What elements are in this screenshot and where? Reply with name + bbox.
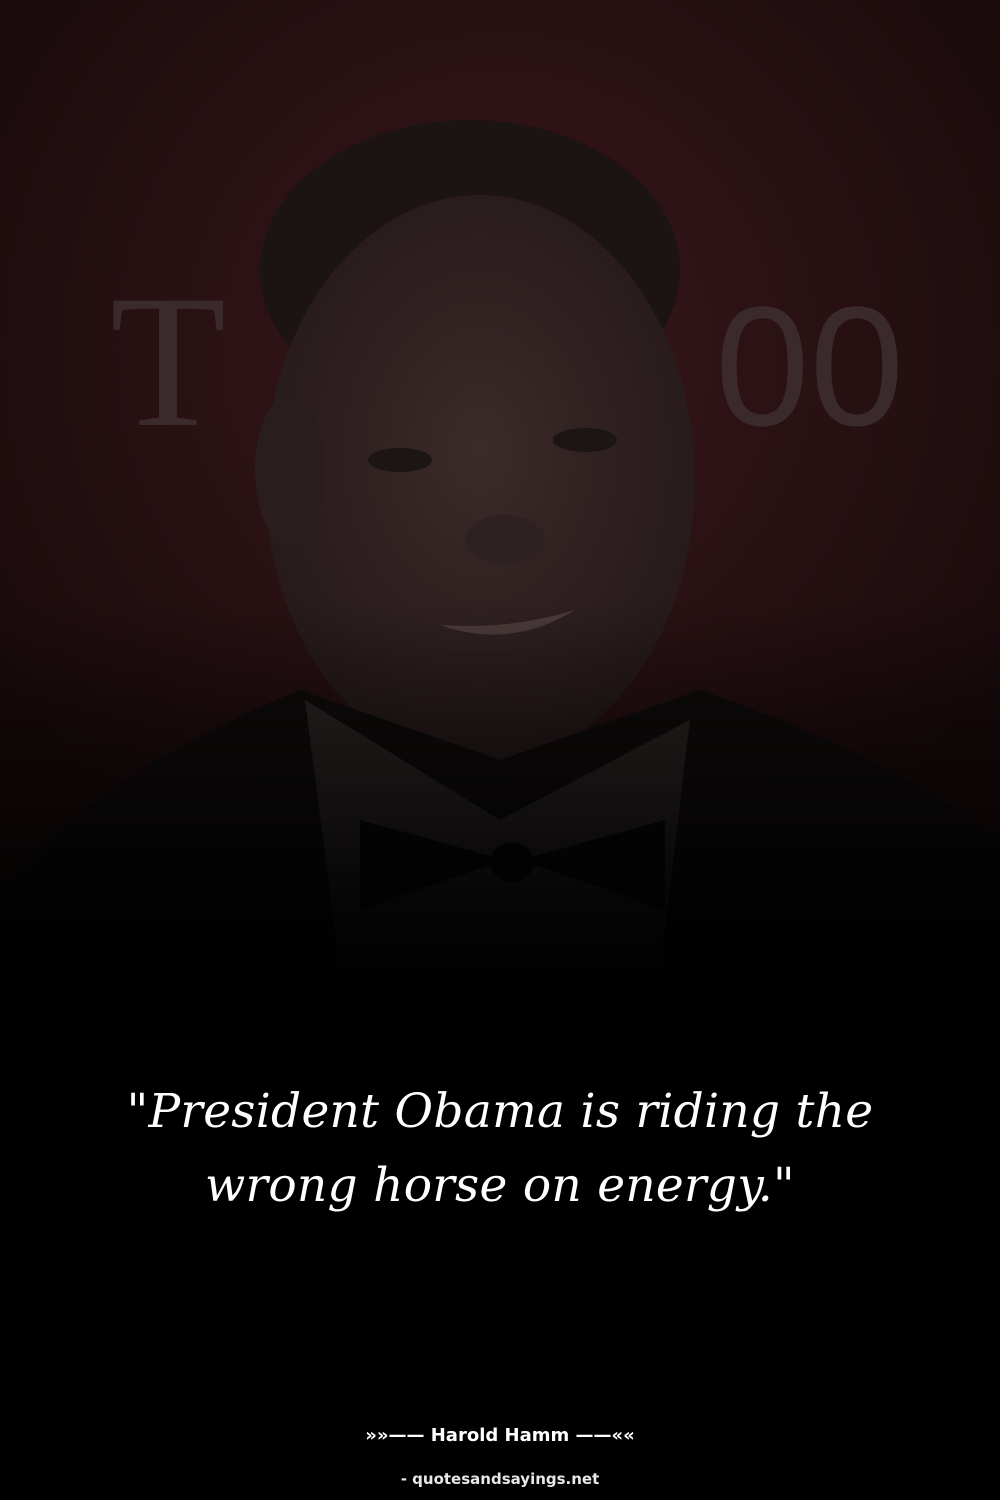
quote-poster: T 00 "President Obama is riding xyxy=(0,0,1000,1500)
portrait-photo: T 00 xyxy=(0,0,1000,1000)
author-line: »»—— Harold Hamm ——«« xyxy=(365,1425,635,1446)
photo-fade-overlay xyxy=(0,0,1000,1000)
quote-text: "President Obama is riding the wrong hor… xyxy=(126,1084,874,1213)
source-line: - quotesandsayings.net xyxy=(400,1470,600,1488)
